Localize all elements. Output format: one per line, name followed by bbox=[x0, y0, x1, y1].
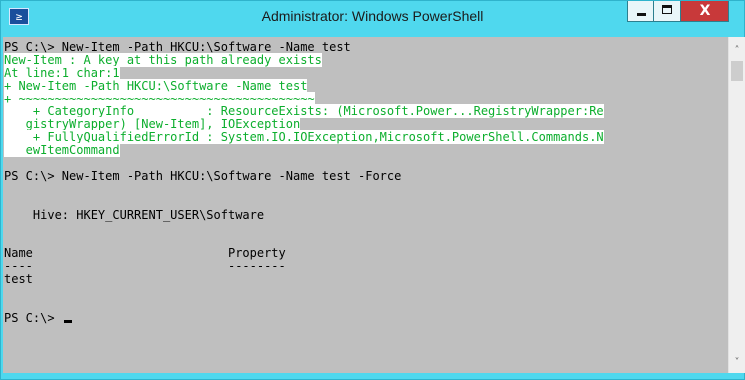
console-line: At line:1 char:1 bbox=[4, 65, 604, 80]
title-bar[interactable]: ≥ Administrator: Windows PowerShell X bbox=[1, 1, 744, 37]
error-text: ewItemCommand bbox=[4, 143, 120, 158]
maximize-button[interactable] bbox=[654, 1, 681, 22]
minimize-icon bbox=[637, 13, 646, 16]
powershell-window: ≥ Administrator: Windows PowerShell X PS… bbox=[0, 0, 745, 380]
console-line: PS C:\> New-Item -Path HKCU:\Software -N… bbox=[4, 41, 604, 54]
console-line: ---- -------- bbox=[4, 260, 604, 273]
console-line: PS C:\> bbox=[4, 310, 604, 325]
vertical-scrollbar[interactable]: ˄ ˅ bbox=[728, 37, 745, 373]
error-text: + CategoryInfo : ResourceExists: (Micros… bbox=[4, 104, 604, 119]
output-text: ---- -------- bbox=[4, 259, 286, 274]
console-line: New-Item : A key at this path already ex… bbox=[4, 52, 604, 67]
error-text: + ~~~~~~~~~~~~~~~~~~~~~~~~~~~~~~~~~~~~~~… bbox=[4, 91, 315, 106]
error-text: + New-Item -Path HKCU:\Software -Name te… bbox=[4, 78, 308, 93]
console-line: ewItemCommand bbox=[4, 143, 604, 158]
output-text: PS C:\> New-Item -Path HKCU:\Software -N… bbox=[4, 40, 351, 54]
console-line: Hive: HKEY_CURRENT_USER\Software bbox=[4, 207, 604, 222]
output-text: PS C:\> bbox=[4, 310, 62, 325]
output-text: test bbox=[4, 272, 33, 287]
output-text: PS C:\> New-Item -Path HKCU:\Software -N… bbox=[4, 168, 402, 183]
scroll-down-icon[interactable]: ˅ bbox=[729, 355, 745, 371]
minimize-button[interactable] bbox=[627, 1, 654, 22]
close-icon: X bbox=[699, 3, 711, 19]
output-text: Hive: HKEY_CURRENT_USER\Software bbox=[4, 207, 265, 222]
scroll-up-icon[interactable]: ˄ bbox=[729, 43, 745, 59]
maximize-icon bbox=[662, 5, 672, 14]
console-lines: PS C:\> New-Item -Path HKCU:\Software -N… bbox=[4, 41, 604, 325]
close-button[interactable]: X bbox=[681, 1, 729, 22]
console-output[interactable]: PS C:\> New-Item -Path HKCU:\Software -N… bbox=[3, 37, 728, 373]
text-cursor bbox=[63, 319, 72, 323]
scrollbar-thumb[interactable] bbox=[731, 61, 743, 81]
output-text: Name Property bbox=[4, 246, 286, 261]
console-line: test bbox=[4, 273, 604, 286]
error-text: gistryWrapper) [New-Item], IOException bbox=[4, 117, 301, 132]
error-text: + FullyQualifiedErrorId : System.IO.IOEx… bbox=[4, 130, 604, 145]
error-text: New-Item : A key at this path already ex… bbox=[4, 52, 322, 67]
error-text: At line:1 char:1 bbox=[4, 65, 120, 80]
console-line: PS C:\> New-Item -Path HKCU:\Software -N… bbox=[4, 168, 604, 183]
console-line: + New-Item -Path HKCU:\Software -Name te… bbox=[4, 78, 604, 93]
